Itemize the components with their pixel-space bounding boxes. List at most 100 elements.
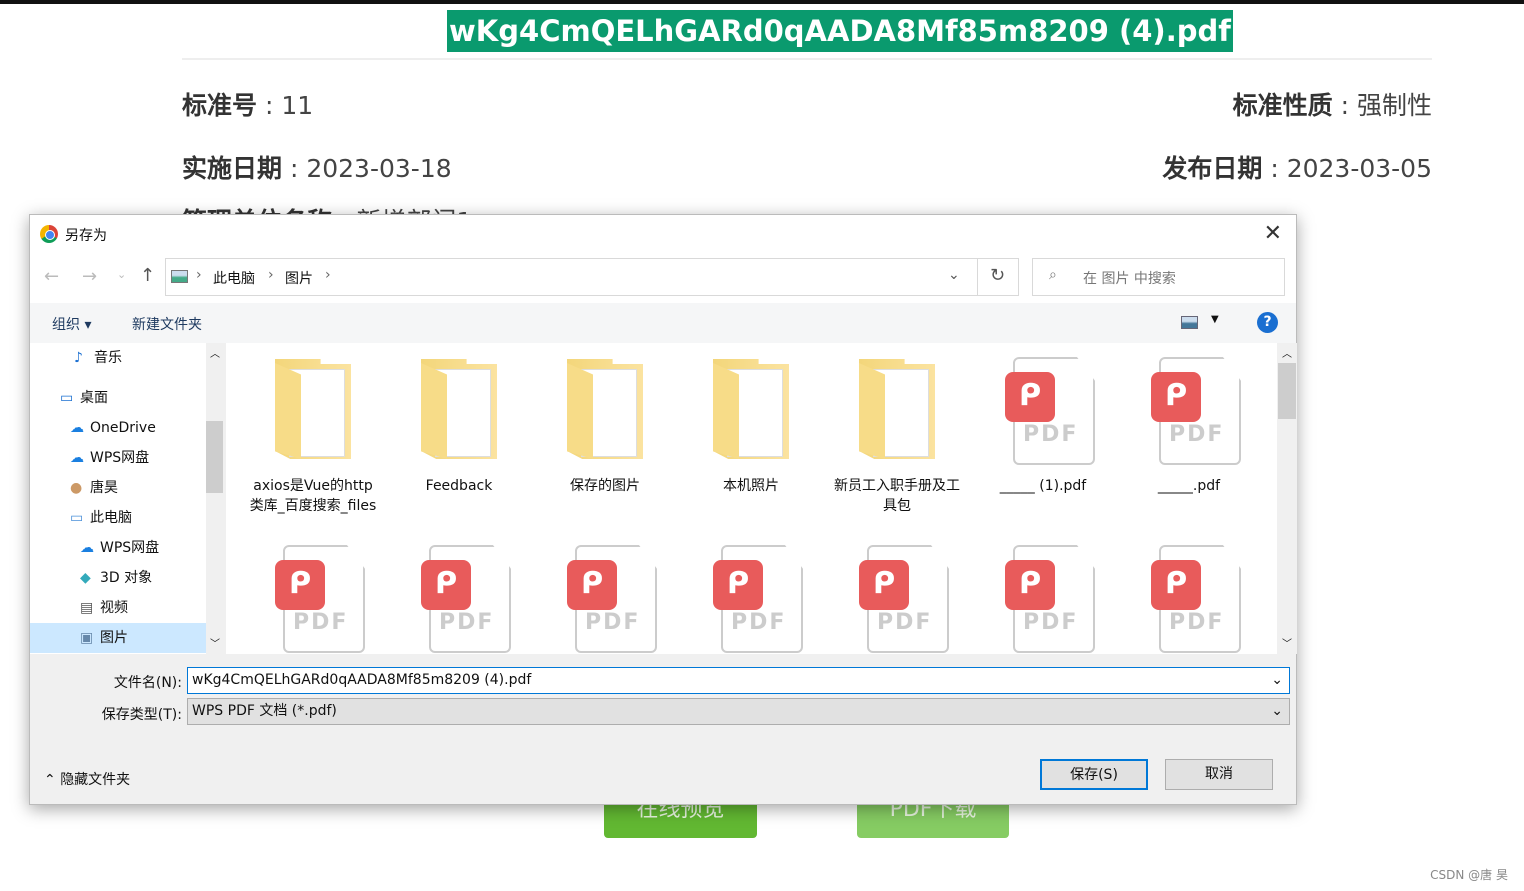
organize-button[interactable]: 组织 ▾ [52, 314, 91, 334]
nav-scrollbar[interactable]: ︿ ﹀ [206, 343, 223, 654]
search-input[interactable]: ⌕ 在 图片 中搜索 [1032, 258, 1285, 296]
nav-item-label: 音乐 [94, 350, 122, 366]
standard-nature: 标准性质 : 强制性 [1232, 91, 1432, 120]
nav-item-label: WPS网盘 [100, 540, 160, 556]
nav-item[interactable]: ▤ 视频 [30, 593, 206, 623]
new-folder-button[interactable]: 新建文件夹 [132, 314, 202, 334]
nav-item-label: 唐昊 [90, 480, 118, 496]
chevron-down-icon: ⌄ [1271, 672, 1283, 688]
view-icon[interactable] [1181, 316, 1198, 329]
folder-icon [859, 359, 935, 459]
divider [182, 58, 1432, 60]
pdf-file-icon: ᑭ PDF [1151, 545, 1241, 654]
document-title: wKg4CmQELhGARd0qAADA8Mf85m8209 (4).pdf [447, 10, 1233, 52]
nav-item-label: 图片 [100, 630, 128, 646]
pdf-file-icon: ᑭ PDF [567, 545, 657, 654]
nav-item[interactable]: ▣ 图片 [30, 623, 206, 653]
dialog-title: 另存为 [65, 228, 107, 244]
nav-item-label: 视频 [100, 600, 128, 616]
forward-icon[interactable]: → [82, 266, 97, 287]
pdf-file-item[interactable]: ᑭ PDF [394, 539, 524, 654]
field-value: 强制性 [1356, 91, 1432, 120]
up-icon[interactable]: ↑ [140, 265, 155, 286]
grid-scrollbar[interactable]: ︿ ﹀ [1277, 343, 1297, 654]
pdf-file-icon: ᑭ PDF [1005, 545, 1095, 654]
folder-item[interactable]: 新员工入职手册及工具包 [832, 351, 962, 531]
user-icon: ● [70, 480, 83, 496]
folder-icon [567, 359, 643, 459]
nav-item-label: 此电脑 [90, 510, 132, 526]
computer-icon: ▭ [70, 510, 84, 526]
file-name: Feedback [425, 478, 493, 494]
nav-item[interactable]: ▭ 桌面 [30, 383, 206, 413]
folder-icon [275, 359, 351, 459]
pdf-file-item[interactable]: ᑭ PDF [686, 539, 816, 654]
cube-icon: ◆ [80, 570, 91, 586]
pdf-file-icon: ᑭ PDF [275, 545, 365, 654]
breadcrumb-item[interactable]: 图片 [285, 268, 313, 288]
chevron-down-icon[interactable]: ⌄ [948, 267, 960, 283]
breadcrumb-item[interactable]: 此电脑 [213, 268, 255, 288]
nav-item[interactable]: ◆ 3D 对象 [30, 563, 206, 593]
save-button[interactable]: 保存(S) [1040, 759, 1148, 790]
pdf-file-item[interactable]: ᑭ PDF [540, 539, 670, 654]
pdf-file-item[interactable]: ᑭ PDF [248, 539, 378, 654]
filename-label: 文件名(N): [113, 675, 182, 691]
back-icon[interactable]: ← [44, 266, 59, 287]
field-value: 11 [281, 91, 314, 120]
search-placeholder: 在 图片 中搜索 [1083, 271, 1176, 287]
nav-item-label: OneDrive [90, 420, 156, 436]
nav-item[interactable]: ♪ 音乐 [30, 343, 206, 373]
pdf-file-item[interactable]: ᑭ PDF _____.pdf [1124, 351, 1254, 531]
filetype-select[interactable]: WPS PDF 文档 (*.pdf) ⌄ [187, 698, 1290, 725]
pdf-file-icon: ᑭ PDF [859, 545, 949, 654]
file-name: 本机照片 [723, 478, 779, 494]
chevron-down-icon: ⌄ [1271, 703, 1283, 719]
close-icon[interactable]: ✕ [1264, 221, 1282, 246]
nav-item[interactable]: ▭ 此电脑 [30, 503, 206, 533]
filetype-label: 保存类型(T): [101, 707, 182, 723]
field-label: 发布日期 [1162, 154, 1263, 183]
folder-item[interactable]: 保存的图片 [540, 351, 670, 531]
file-name: _____.pdf [1157, 478, 1221, 494]
filename-input[interactable]: wKg4CmQELhGARd0qAADA8Mf85m8209 (4).pdf ⌄ [187, 667, 1290, 694]
folder-item[interactable]: Feedback [394, 351, 524, 531]
folder-item[interactable]: axios是Vue的http类库_百度搜索_files [248, 351, 378, 531]
toolbar: 组织 ▾ 新建文件夹 ▼ ? [30, 303, 1296, 343]
file-grid: axios是Vue的http类库_百度搜索_files Feedback 保存的图片… [226, 343, 1277, 654]
nav-item[interactable]: ☁ WPS网盘 [30, 443, 206, 473]
refresh-icon[interactable]: ↻ [990, 265, 1005, 286]
pictures-icon: ▣ [80, 630, 94, 646]
nav-item-label: 3D 对象 [100, 570, 153, 586]
navigation-pane: ♪ 音乐 ▭ 桌面 ☁ OneDrive ☁ WPS网盘 ● 唐昊 ▭ 此电脑 ☁ WPS网盘 ◆ 3D 对象… [30, 343, 206, 654]
music-icon: ♪ [74, 350, 83, 366]
file-name: 保存的图片 [570, 478, 640, 494]
recent-chevron-icon[interactable]: ⌄ [117, 268, 126, 281]
pdf-file-item[interactable]: ᑭ PDF _____ (1).pdf [978, 351, 1108, 531]
field-label: 实施日期 [182, 154, 283, 183]
dialog-title-bar: 另存为 ✕ [30, 215, 1296, 257]
chrome-icon [40, 225, 58, 243]
nav-item[interactable]: ☁ OneDrive [30, 413, 206, 443]
desktop-icon: ▭ [60, 390, 74, 406]
address-row: ← → ⌄ ↑ › 此电脑 › 图片 › ⌄ ↻ ⌕ 在 图片 中搜索 [30, 257, 1296, 303]
pdf-file-icon: ᑭ PDF [421, 545, 511, 654]
nav-item-label: 桌面 [80, 390, 108, 406]
cancel-button[interactable]: 取消 [1165, 759, 1273, 790]
pdf-file-item[interactable]: ᑭ PDF [978, 539, 1108, 654]
field-label: 标准性质 [1232, 91, 1333, 120]
field-value: 2023-03-18 [306, 154, 452, 183]
chevron-up-icon: ⌃ [44, 772, 56, 788]
folder-item[interactable]: 本机照片 [686, 351, 816, 531]
address-bar[interactable]: › 此电脑 › 图片 › ⌄ ↻ [165, 258, 1019, 296]
nav-item[interactable]: ☁ WPS网盘 [30, 533, 206, 563]
help-icon[interactable]: ? [1257, 312, 1278, 333]
view-dropdown-icon[interactable]: ▼ [1211, 314, 1219, 325]
hide-folders-toggle[interactable]: ⌃ 隐藏文件夹 [44, 769, 130, 789]
file-name: axios是Vue的http类库_百度搜索_files [249, 478, 377, 514]
pdf-file-item[interactable]: ᑭ PDF [832, 539, 962, 654]
folder-icon [713, 359, 789, 459]
pdf-file-item[interactable]: ᑭ PDF [1124, 539, 1254, 654]
field-label: 标准号 [182, 91, 258, 120]
nav-item[interactable]: ● 唐昊 [30, 473, 206, 503]
